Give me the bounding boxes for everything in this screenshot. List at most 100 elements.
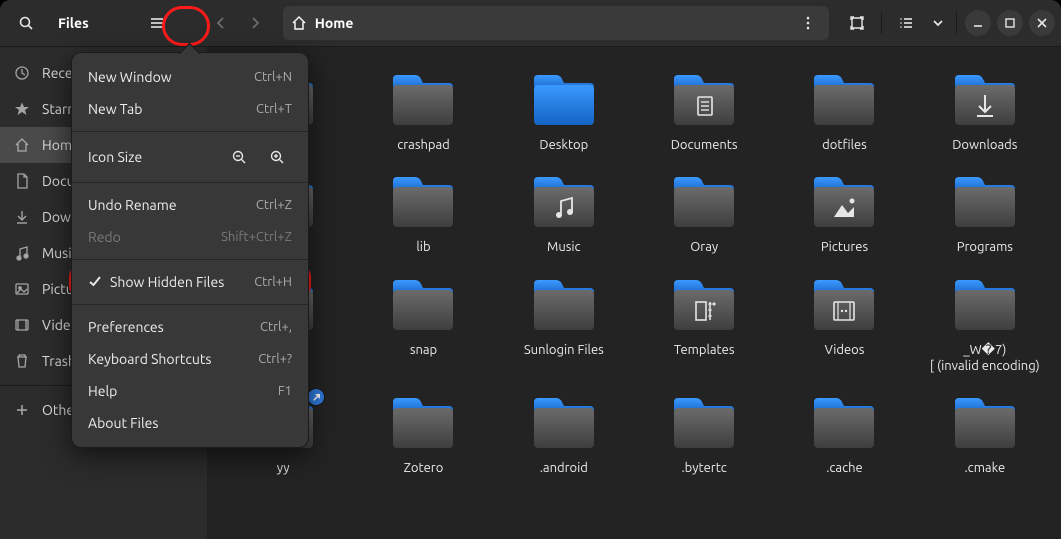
file-name-label: dotfiles bbox=[822, 137, 867, 153]
separator bbox=[956, 12, 957, 34]
menu-item-label: Undo Rename bbox=[88, 197, 248, 213]
menu-separator bbox=[72, 304, 308, 305]
music-icon bbox=[14, 245, 30, 261]
file-item[interactable]: snap bbox=[353, 270, 493, 385]
file-item[interactable]: .bytertc bbox=[634, 388, 774, 486]
menu-item-new-window[interactable]: New WindowCtrl+N bbox=[72, 61, 308, 93]
file-item[interactable]: Oray bbox=[634, 167, 774, 265]
file-item[interactable]: _W�7)[ (invalid encoding) bbox=[915, 270, 1055, 385]
zoom-out-button[interactable] bbox=[224, 142, 254, 172]
search-button[interactable] bbox=[10, 7, 42, 39]
file-item[interactable]: dotfiles bbox=[774, 65, 914, 163]
file-item[interactable]: lib bbox=[353, 167, 493, 265]
menu-item-accelerator: Ctrl+Z bbox=[256, 198, 292, 212]
menu-item-label: Help bbox=[88, 383, 270, 399]
search-icon bbox=[18, 15, 34, 31]
folder-icon bbox=[668, 274, 740, 336]
path-bar[interactable]: Home bbox=[283, 6, 829, 40]
folder-icon bbox=[668, 69, 740, 131]
file-item[interactable]: Pictures bbox=[774, 167, 914, 265]
symlink-emblem-icon bbox=[307, 388, 325, 406]
window-minimize-button[interactable] bbox=[965, 10, 991, 36]
file-name-label: .android bbox=[540, 460, 588, 476]
headerbar-left: Files bbox=[6, 7, 271, 39]
file-item[interactable]: Desktop bbox=[494, 65, 634, 163]
folder-icon bbox=[528, 171, 600, 233]
file-name-label: Sunlogin Files bbox=[524, 342, 604, 358]
chevron-right-icon bbox=[247, 15, 263, 31]
path-crumb-label: Home bbox=[315, 15, 354, 31]
separator bbox=[881, 12, 882, 34]
menu-item-new-tab[interactable]: New TabCtrl+T bbox=[72, 93, 308, 125]
menu-item-undo-rename[interactable]: Undo Rename Ctrl+Z bbox=[72, 189, 308, 221]
folder-icon bbox=[949, 69, 1021, 131]
headerbar: Files Home bbox=[0, 0, 1061, 47]
star-icon bbox=[14, 101, 30, 117]
path-crumb-home[interactable]: Home bbox=[291, 15, 354, 31]
file-name-label: Pictures bbox=[821, 239, 868, 255]
hamburger-icon bbox=[149, 15, 165, 31]
nav-forward-button[interactable] bbox=[239, 7, 271, 39]
close-icon bbox=[1036, 17, 1048, 29]
content-area[interactable]: (hidden)crashpadDesktopDocumentsdotfiles… bbox=[207, 47, 1061, 539]
folder-icon bbox=[528, 274, 600, 336]
menu-item-preferences[interactable]: PreferencesCtrl+, bbox=[72, 311, 308, 343]
hamburger-menu-button[interactable] bbox=[141, 7, 173, 39]
file-item[interactable]: Sunlogin Files bbox=[494, 270, 634, 385]
view-dropdown-button[interactable] bbox=[928, 7, 948, 39]
view-list-button[interactable] bbox=[890, 7, 922, 39]
folder-icon bbox=[808, 392, 880, 454]
menu-item-label: Keyboard Shortcuts bbox=[88, 351, 250, 367]
file-item[interactable]: Documents bbox=[634, 65, 774, 163]
app-title: Files bbox=[48, 15, 99, 31]
menu-item-about-files[interactable]: About Files bbox=[72, 407, 308, 439]
home-icon bbox=[291, 15, 307, 31]
file-name-label: yy bbox=[277, 460, 290, 476]
menu-item-keyboard-shortcuts[interactable]: Keyboard ShortcutsCtrl+? bbox=[72, 343, 308, 375]
folder-icon bbox=[949, 171, 1021, 233]
file-name-label: Programs bbox=[957, 239, 1013, 255]
file-name-label: Downloads bbox=[952, 137, 1017, 153]
file-name-label: Videos bbox=[825, 342, 865, 358]
nav-back-button[interactable] bbox=[205, 7, 237, 39]
menu-separator bbox=[72, 182, 308, 183]
file-item[interactable]: .cache bbox=[774, 388, 914, 486]
menu-item-label: About Files bbox=[88, 415, 292, 431]
window-close-button[interactable] bbox=[1029, 10, 1055, 36]
plus-icon bbox=[14, 402, 30, 418]
menu-item-help[interactable]: HelpF1 bbox=[72, 375, 308, 407]
check-icon bbox=[88, 274, 102, 291]
video-icon bbox=[14, 317, 30, 333]
file-item[interactable]: Downloads bbox=[915, 65, 1055, 163]
menu-item-accelerator: Ctrl+T bbox=[256, 102, 292, 116]
file-item[interactable]: crashpad bbox=[353, 65, 493, 163]
file-name-label: _W�7)[ (invalid encoding) bbox=[930, 342, 1040, 375]
folder-icon bbox=[387, 171, 459, 233]
folder-icon bbox=[808, 274, 880, 336]
file-item[interactable]: Videos bbox=[774, 270, 914, 385]
window-maximize-button[interactable] bbox=[997, 10, 1023, 36]
file-item[interactable]: .android bbox=[494, 388, 634, 486]
file-name-label: .cache bbox=[826, 460, 863, 476]
pathbar-menu-button[interactable] bbox=[795, 10, 821, 36]
menu-item-label: Preferences bbox=[88, 319, 252, 335]
folder-icon bbox=[387, 69, 459, 131]
menu-item-show-hidden-files[interactable]: Show Hidden FilesCtrl+H bbox=[72, 266, 308, 298]
file-item[interactable]: .cmake bbox=[915, 388, 1055, 486]
file-item[interactable]: Zotero bbox=[353, 388, 493, 486]
folder-icon bbox=[387, 274, 459, 336]
maximize-icon bbox=[1004, 17, 1016, 29]
file-item[interactable]: Programs bbox=[915, 167, 1055, 265]
file-name-label: Zotero bbox=[404, 460, 444, 476]
zoom-in-icon bbox=[269, 149, 285, 165]
file-name-label: snap bbox=[410, 342, 437, 358]
file-item[interactable]: Templates bbox=[634, 270, 774, 385]
zoom-in-button[interactable] bbox=[262, 142, 292, 172]
menu-item-label: Icon Size bbox=[88, 149, 216, 165]
headerbar-right bbox=[841, 7, 1055, 39]
menu-item-redo: RedoShift+Ctrl+Z bbox=[72, 221, 308, 253]
chevron-down-icon bbox=[930, 15, 946, 31]
file-item[interactable]: Music bbox=[494, 167, 634, 265]
menu-item-label: Show Hidden Files bbox=[110, 274, 246, 290]
focus-mode-button[interactable] bbox=[841, 7, 873, 39]
